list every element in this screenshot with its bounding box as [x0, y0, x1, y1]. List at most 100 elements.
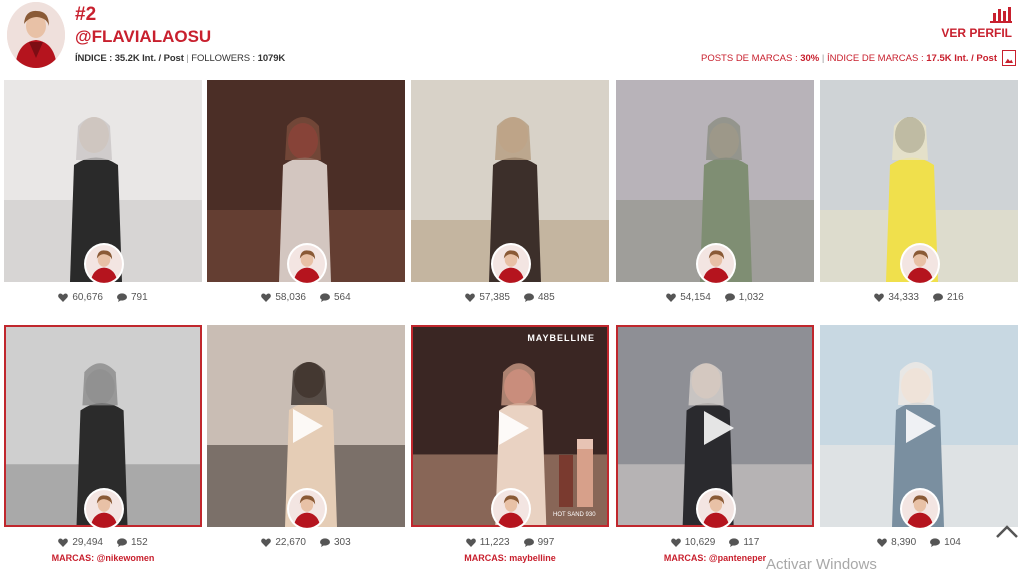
bar-chart-icon: [990, 7, 1012, 23]
brand-stats: POSTS DE MARCAS : 30% | ÍNDICE DE MARCAS…: [701, 50, 1016, 66]
profile-header: #2 @FLAVIALAOSU ÍNDICE : 35.2K Int. / Po…: [0, 0, 1024, 74]
comment-icon: [116, 293, 127, 302]
brand-name: @panteneper: [708, 553, 767, 563]
post-card[interactable]: 58,036 564: [207, 80, 405, 320]
post-card[interactable]: 57,385 485: [411, 80, 609, 320]
comment-icon: [319, 538, 330, 547]
heart-icon: [261, 293, 272, 302]
post-card[interactable]: MAYBELLINE HOT SAND 930 11,223 997 MARCAS…: [411, 325, 609, 565]
comment-icon: [523, 538, 534, 547]
likes-count: 11,223: [479, 537, 510, 548]
post-avatar[interactable]: [287, 243, 327, 285]
post-metrics: 54,154 1,032: [616, 292, 814, 303]
post-avatar[interactable]: [696, 243, 736, 285]
post-avatar[interactable]: [491, 488, 531, 530]
likes-count: 29,494: [72, 537, 103, 548]
comments-count: 791: [130, 292, 148, 303]
post-metrics: 8,390 104: [820, 537, 1018, 548]
post-metrics: 34,333 216: [820, 292, 1018, 303]
heart-icon: [874, 293, 885, 302]
post-metrics: 29,494 152: [4, 537, 202, 548]
brand-tag[interactable]: MARCAS: maybelline: [411, 553, 609, 563]
post-avatar[interactable]: [900, 243, 940, 285]
ver-perfil-button[interactable]: VER PERFIL: [941, 6, 1012, 40]
post-card[interactable]: 8,390 104: [820, 325, 1018, 565]
windows-watermark: Activar Windows: [766, 556, 877, 571]
post-avatar[interactable]: [287, 488, 327, 530]
marcas-label: MARCAS:: [51, 553, 95, 563]
post-metrics: 10,629 117: [616, 537, 814, 548]
comment-icon: [523, 293, 534, 302]
post-card[interactable]: 54,154 1,032: [616, 80, 814, 320]
followers-value: 1079K: [257, 53, 286, 64]
heart-icon: [877, 538, 887, 547]
brand-stats-separator: |: [819, 52, 827, 64]
lipstick-product: [577, 439, 593, 507]
pdf-icon[interactable]: [1002, 50, 1016, 66]
chevron-up-icon[interactable]: [994, 521, 1020, 541]
marcas-label: MARCAS:: [663, 553, 707, 563]
indice-marcas-label: ÍNDICE DE MARCAS :: [827, 52, 924, 64]
comments-count: 152: [130, 537, 148, 548]
product-label: HOT SAND 930: [553, 512, 596, 518]
comments-count: 485: [537, 292, 555, 303]
comments-count: 216: [946, 292, 964, 303]
comment-icon: [116, 538, 127, 547]
comment-icon: [724, 293, 735, 302]
heart-icon: [58, 293, 69, 302]
post-card[interactable]: 60,676 791: [4, 80, 202, 320]
comments-count: 104: [944, 537, 961, 548]
post-card[interactable]: 29,494 152 MARCAS: @nikewomen: [4, 325, 202, 565]
post-avatar[interactable]: [900, 488, 940, 530]
post-metrics: 57,385 485: [411, 292, 609, 303]
indice-label: ÍNDICE :: [75, 53, 113, 64]
comments-count: 997: [537, 537, 555, 548]
heart-icon: [465, 293, 476, 302]
play-icon[interactable]: [704, 411, 734, 445]
brand-tag[interactable]: MARCAS: @nikewomen: [4, 553, 202, 563]
comment-icon: [932, 293, 943, 302]
profile-avatar[interactable]: [7, 2, 65, 68]
profile-stats: ÍNDICE : 35.2K Int. / Post | FOLLOWERS :…: [75, 53, 285, 64]
likes-count: 22,670: [275, 537, 306, 548]
profile-handle[interactable]: @FLAVIALAOSU: [75, 27, 211, 47]
likes-count: 8,390: [891, 537, 917, 548]
post-card[interactable]: 10,629 117 MARCAS: @panteneper: [616, 325, 814, 565]
followers-label: FOLLOWERS :: [191, 53, 256, 64]
post-avatar[interactable]: [84, 488, 124, 530]
post-metrics: 60,676 791: [4, 292, 202, 303]
comments-count: 1,032: [738, 292, 764, 303]
play-icon[interactable]: [906, 409, 936, 443]
indice-value: 35.2K Int. / Post: [114, 53, 184, 64]
play-icon[interactable]: [499, 411, 529, 445]
post-avatar[interactable]: [491, 243, 531, 285]
brand-name: maybelline: [509, 553, 556, 563]
comment-icon: [319, 293, 330, 302]
marcas-label: MARCAS:: [464, 553, 507, 563]
heart-icon: [261, 538, 272, 547]
comments-count: 564: [333, 292, 351, 303]
play-icon[interactable]: [293, 409, 323, 443]
heart-icon: [670, 538, 681, 547]
post-metrics: 58,036 564: [207, 292, 405, 303]
brand-name: @nikewomen: [96, 553, 155, 563]
post-avatar[interactable]: [84, 243, 124, 285]
heart-icon: [465, 538, 476, 547]
post-card[interactable]: 34,333 216: [820, 80, 1018, 320]
post-card[interactable]: 22,670 303: [207, 325, 405, 565]
brand-overlay-text: MAYBELLINE: [527, 333, 595, 343]
profile-rank: #2: [75, 4, 97, 25]
likes-count: 10,629: [684, 537, 716, 548]
indice-marcas-value: 17.5K Int. / Post: [926, 52, 997, 64]
comments-count: 117: [743, 537, 760, 548]
post-metrics: 22,670 303: [207, 537, 405, 548]
likes-count: 54,154: [680, 292, 711, 303]
likes-count: 34,333: [888, 292, 919, 303]
post-avatar[interactable]: [696, 488, 736, 530]
lipstick-product: [559, 455, 573, 507]
heart-icon: [58, 538, 69, 547]
heart-icon: [666, 293, 677, 302]
likes-count: 60,676: [72, 292, 103, 303]
ver-perfil-label: VER PERFIL: [941, 26, 1012, 40]
comments-count: 303: [333, 537, 351, 548]
